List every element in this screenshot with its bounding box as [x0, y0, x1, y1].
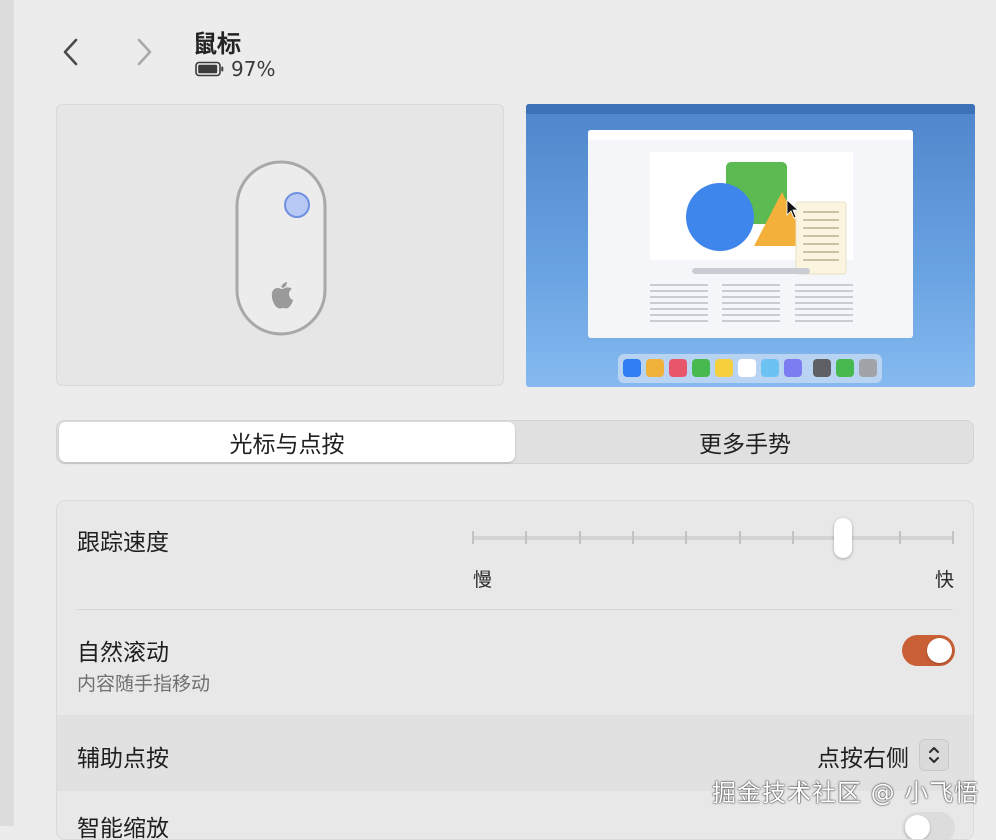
tracking-speed-track[interactable] [472, 536, 954, 540]
magic-mouse-illustration [235, 160, 327, 336]
slider-tick [952, 531, 954, 544]
page-title: 鼠标 [193, 30, 241, 58]
secondary-click-popup-button[interactable] [919, 739, 949, 771]
tab-more-gestures[interactable]: 更多手势 [517, 421, 973, 463]
slider-tick [525, 531, 528, 544]
slider-tick [632, 531, 634, 544]
dock-app-icons [623, 359, 877, 377]
natural-scrolling-label: 自然滚动 [77, 640, 169, 666]
tracking-speed-slider-knob[interactable] [834, 518, 853, 558]
divider [77, 609, 953, 610]
smart-zoom-toggle[interactable] [902, 812, 955, 839]
slider-tick [472, 531, 474, 544]
tab-bar: 光标与点按 更多手势 [56, 420, 974, 464]
slider-tick [792, 531, 794, 544]
slider-tick [578, 531, 581, 544]
battery-icon [195, 61, 224, 77]
slider-tick [898, 531, 901, 544]
watermark: 掘金技术社区 @ 小飞悟 [712, 779, 980, 807]
scrolling-preview-panel [526, 104, 975, 387]
window-left-edge [0, 0, 14, 826]
tracking-speed-label: 跟踪速度 [77, 530, 169, 556]
chevron-left-icon [63, 38, 78, 66]
slider-max-label: 快 [935, 569, 955, 591]
chevron-right-icon [137, 38, 152, 66]
slider-min-label: 慢 [473, 569, 493, 591]
back-button[interactable] [51, 30, 91, 74]
secondary-click-value[interactable]: 点按右侧 [817, 739, 909, 773]
secondary-click-label: 辅助点按 [77, 746, 169, 772]
desktop-preview-illustration [526, 104, 975, 383]
toggle-knob [927, 638, 952, 663]
tab-point-and-click[interactable]: 光标与点按 [59, 422, 515, 462]
click-indicator [284, 192, 310, 218]
forward-button[interactable] [124, 30, 164, 74]
toggle-knob [905, 815, 930, 839]
mouse-preview-panel [56, 104, 504, 386]
natural-scrolling-toggle[interactable] [902, 635, 955, 666]
battery-percentage: 97% [231, 57, 276, 81]
slider-tick [685, 531, 688, 544]
battery-status: 97% [195, 57, 275, 81]
slider-tick [738, 531, 741, 544]
natural-scrolling-description: 内容随手指移动 [77, 673, 211, 695]
smart-zoom-label: 智能缩放 [77, 816, 169, 840]
up-down-chevron-icon [929, 747, 939, 763]
